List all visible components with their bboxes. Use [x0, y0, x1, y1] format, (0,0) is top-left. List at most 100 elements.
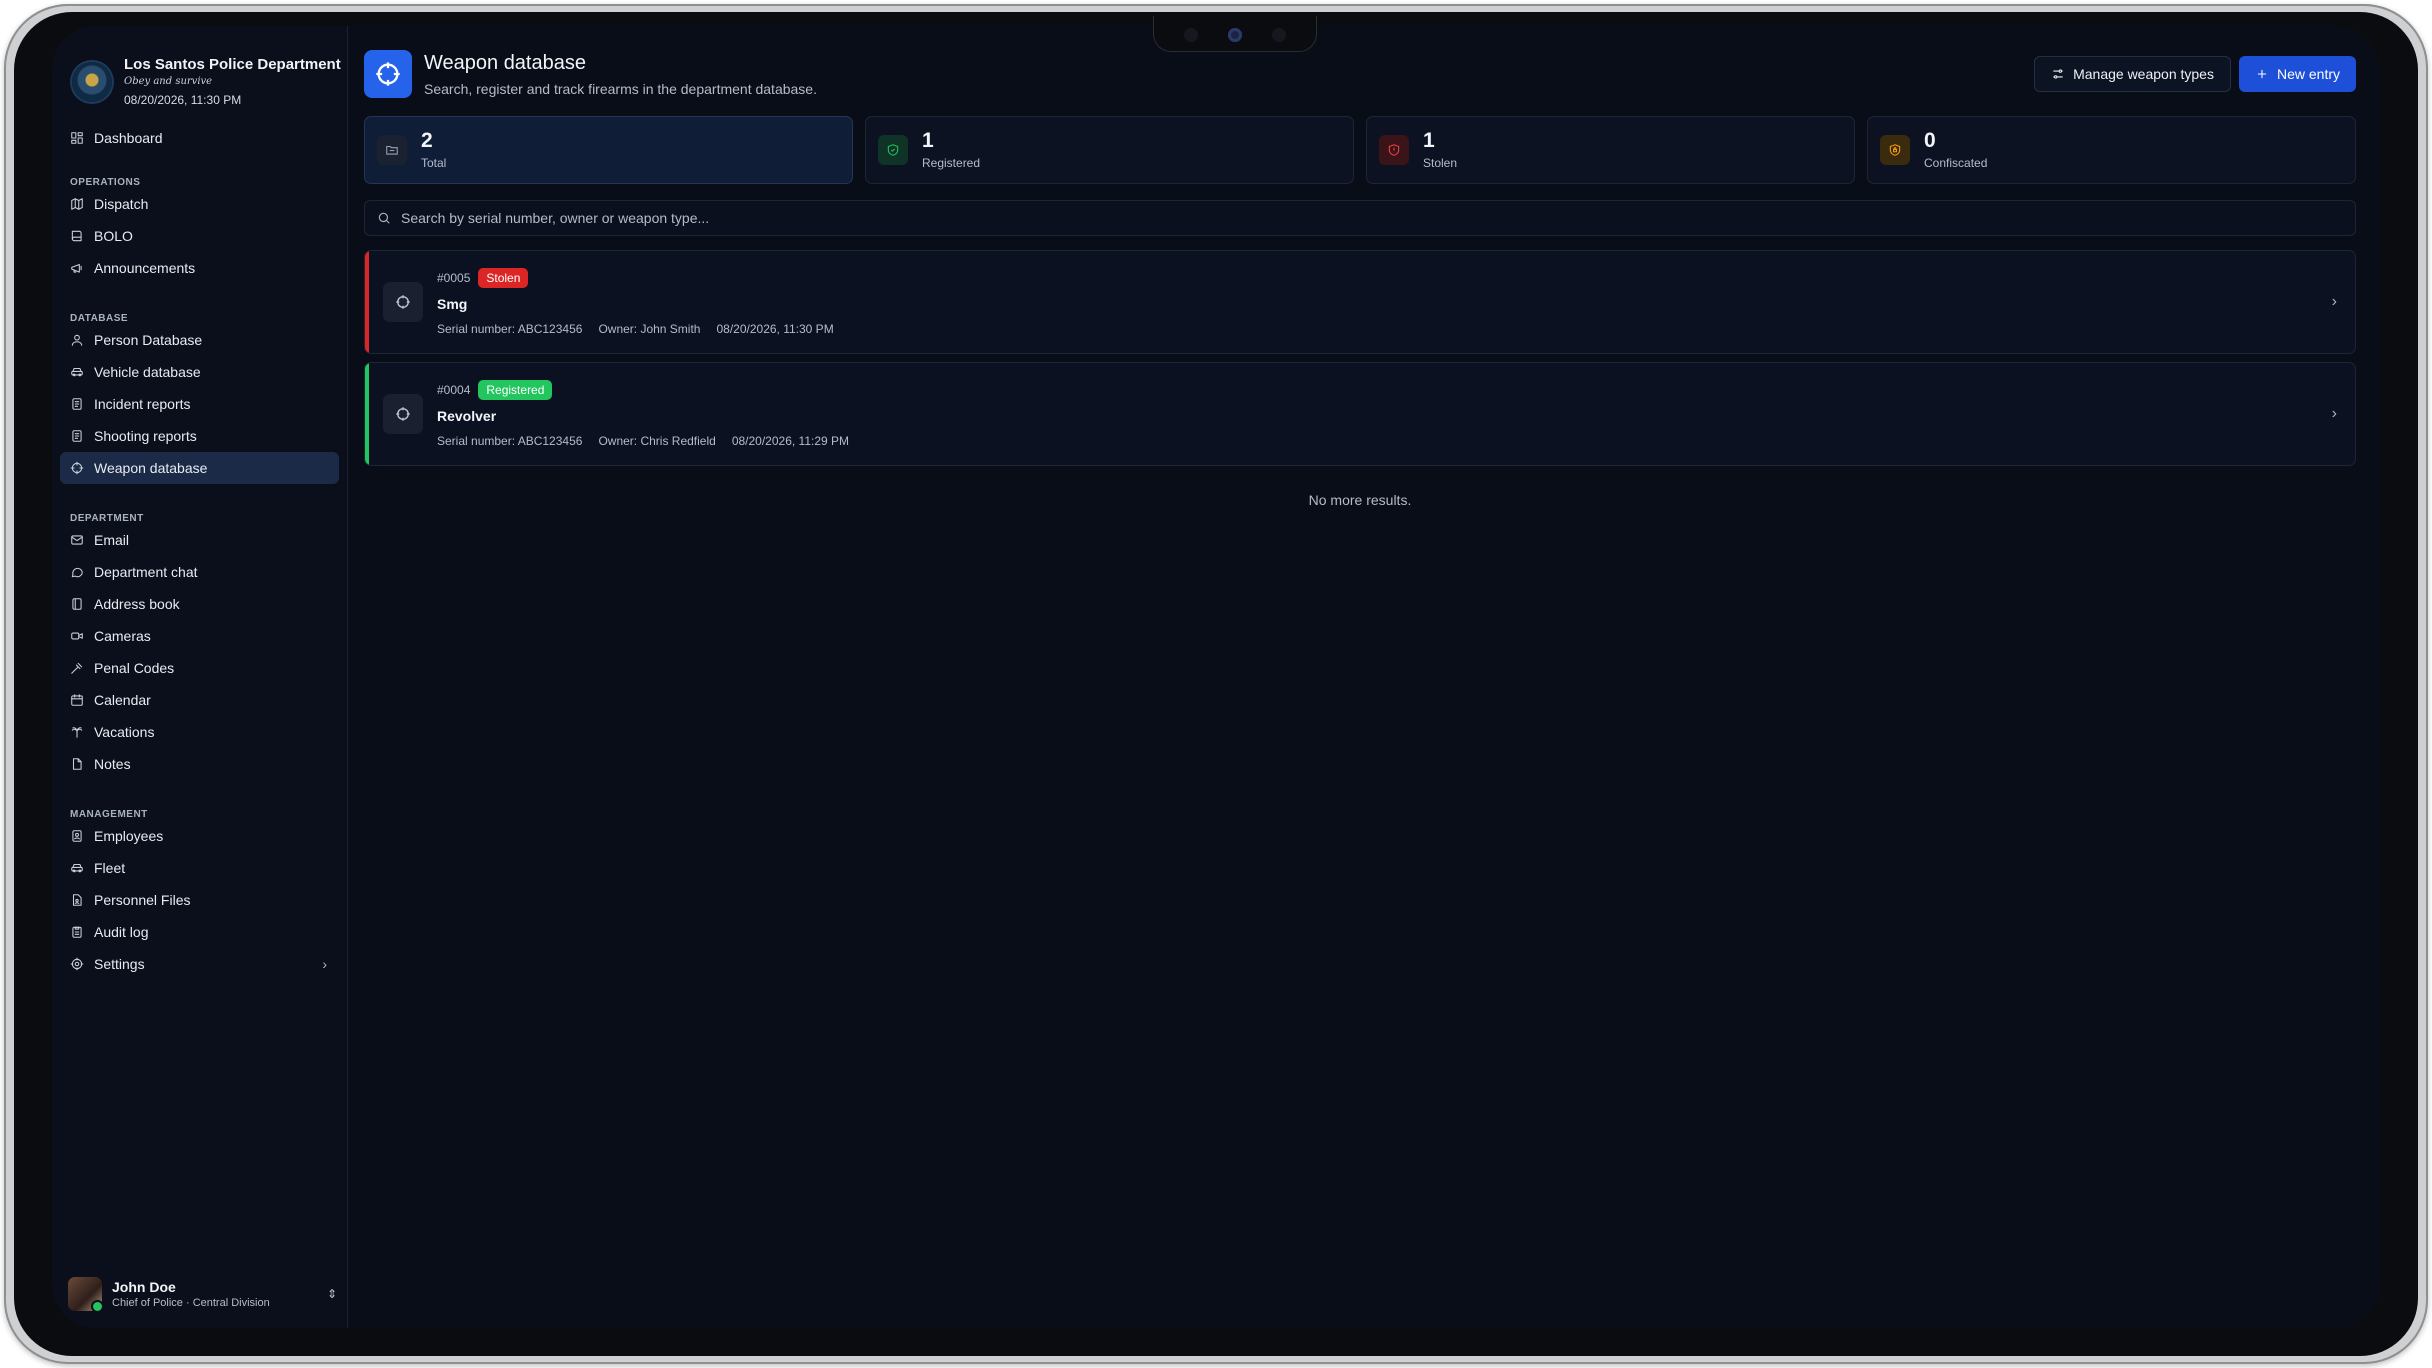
gavel-icon [70, 661, 84, 675]
sidebar-item-vacations[interactable]: Vacations [60, 716, 339, 748]
section-label-database: DATABASE [70, 313, 129, 324]
entry-owner: Owner: John Smith [598, 322, 701, 336]
org-badge-logo [72, 62, 112, 102]
status-badge: Registered [478, 380, 553, 400]
id-badge-icon [70, 829, 84, 843]
stat-value: 2 [421, 129, 433, 152]
file-user-icon [70, 893, 84, 907]
contacts-icon [70, 597, 84, 611]
main-content: Weapon database Search, register and tra… [348, 26, 2380, 1328]
dashboard-icon [70, 131, 84, 145]
sidebar-item-label: Settings [94, 956, 145, 972]
sidebar-item-calendar[interactable]: Calendar [60, 684, 339, 716]
sidebar-item-label: Person Database [94, 332, 203, 348]
user-icon [70, 333, 84, 347]
stat-card-total[interactable]: 2 Total [364, 116, 853, 184]
search-bar [364, 200, 2356, 236]
sidebar-item-bolo[interactable]: BOLO [60, 220, 339, 252]
sidebar-item-label: Department chat [94, 564, 198, 580]
tablet-frame: Los Santos Police Department Obey and su… [4, 4, 2428, 1364]
stat-card-stolen[interactable]: 1 Stolen [1366, 116, 1855, 184]
sidebar-item-email[interactable]: Email [60, 524, 339, 556]
sidebar-item-label: Cameras [94, 628, 151, 644]
chevron-up-down-icon: ⇕ [326, 1287, 337, 1301]
page-title: Weapon database [424, 51, 586, 74]
sidebar-item-dispatch[interactable]: Dispatch [60, 188, 339, 220]
crosshair-icon [70, 461, 84, 475]
sidebar-item-notes[interactable]: Notes [60, 748, 339, 780]
sensor-icon [1184, 28, 1198, 42]
calendar-icon [70, 693, 84, 707]
sidebar-item-label: Penal Codes [94, 660, 175, 676]
car-icon [70, 365, 84, 379]
sidebar-item-label: Incident reports [94, 396, 191, 412]
sidebar-item-shooting-reports[interactable]: Shooting reports [60, 420, 339, 452]
sidebar-item-fleet[interactable]: Fleet [60, 852, 339, 884]
status-stripe [365, 251, 369, 353]
page-header: Weapon database Search, register and tra… [364, 26, 2356, 114]
entry-serial: Serial number: ABC123456 [437, 322, 583, 336]
clipboard-icon [70, 925, 84, 939]
stat-label: Registered [922, 156, 981, 170]
new-entry-button[interactable]: New entry [2238, 56, 2356, 92]
chevron-right-icon: › [322, 956, 327, 972]
shield-check-icon [878, 135, 908, 165]
sidebar-item-weapon-database[interactable]: Weapon database [60, 452, 339, 484]
sidebar-item-settings[interactable]: Settings › [60, 948, 339, 980]
app-screen: Los Santos Police Department Obey and su… [52, 26, 2380, 1328]
page-subtitle: Search, register and track firearms in t… [424, 80, 817, 97]
sidebar-item-person-database[interactable]: Person Database [60, 324, 339, 356]
stat-value: 1 [922, 129, 934, 152]
sidebar-item-label: BOLO [94, 228, 133, 244]
stat-card-registered[interactable]: 1 Registered [865, 116, 1354, 184]
sidebar-item-personnel-files[interactable]: Personnel Files [60, 884, 339, 916]
plus-icon [2257, 69, 2267, 79]
sidebar-item-incident-reports[interactable]: Incident reports [60, 388, 339, 420]
sidebar-item-audit-log[interactable]: Audit log [60, 916, 339, 948]
button-label: New entry [2276, 66, 2340, 82]
user-menu[interactable]: John Doe Chief of Police · Central Divis… [68, 1272, 337, 1316]
report-icon [70, 429, 84, 443]
entry-name: Smg [437, 296, 468, 312]
sidebar-item-announcements[interactable]: Announcements [60, 252, 339, 284]
mail-icon [70, 533, 84, 547]
org-datetime: 08/20/2026, 11:30 PM [124, 93, 242, 107]
stat-card-confiscated[interactable]: 0 Confiscated [1867, 116, 2356, 184]
entry-id: #0004 [437, 383, 471, 397]
search-input[interactable] [401, 210, 2343, 226]
book-icon [70, 229, 84, 243]
gear-icon [70, 957, 84, 971]
sidebar-item-penal-codes[interactable]: Penal Codes [60, 652, 339, 684]
org-motto: Obey and survive [124, 76, 213, 87]
sidebar-item-dashboard[interactable]: Dashboard [60, 122, 339, 154]
avatar [68, 1277, 104, 1313]
crosshair-icon [383, 282, 423, 322]
stat-value: 1 [1423, 129, 1435, 152]
sidebar-item-employees[interactable]: Employees [60, 820, 339, 852]
stat-label: Stolen [1423, 156, 1458, 170]
megaphone-icon [70, 261, 84, 275]
camera-notch [1153, 16, 1317, 52]
user-name: John Doe [112, 1279, 176, 1295]
sidebar-item-cameras[interactable]: Cameras [60, 620, 339, 652]
sidebar-item-label: Fleet [94, 860, 126, 876]
list-item[interactable]: #0004 Registered Revolver Serial number:… [364, 362, 2356, 466]
sensor-icon [1272, 28, 1286, 42]
sidebar-item-label: Dispatch [94, 196, 149, 212]
sidebar-item-address-book[interactable]: Address book [60, 588, 339, 620]
tablet-bezel: Los Santos Police Department Obey and su… [14, 12, 2418, 1356]
sidebar-item-label: Employees [94, 828, 164, 844]
map-icon [70, 197, 84, 211]
chat-icon [70, 565, 84, 579]
list-item[interactable]: #0005 Stolen Smg Serial number: ABC12345… [364, 250, 2356, 354]
list-end-message: No more results. [1308, 492, 1412, 508]
sidebar-item-label: Email [94, 532, 130, 548]
manage-weapon-types-button[interactable]: Manage weapon types [2034, 56, 2231, 92]
entry-owner: Owner: Chris Redfield [598, 434, 716, 448]
sidebar-item-department-chat[interactable]: Department chat [60, 556, 339, 588]
video-icon [70, 629, 84, 643]
palm-tree-icon [70, 725, 84, 739]
sidebar-item-label: Dashboard [94, 130, 163, 146]
org-header[interactable]: Los Santos Police Department Obey and su… [60, 26, 341, 122]
sidebar-item-vehicle-database[interactable]: Vehicle database [60, 356, 339, 388]
